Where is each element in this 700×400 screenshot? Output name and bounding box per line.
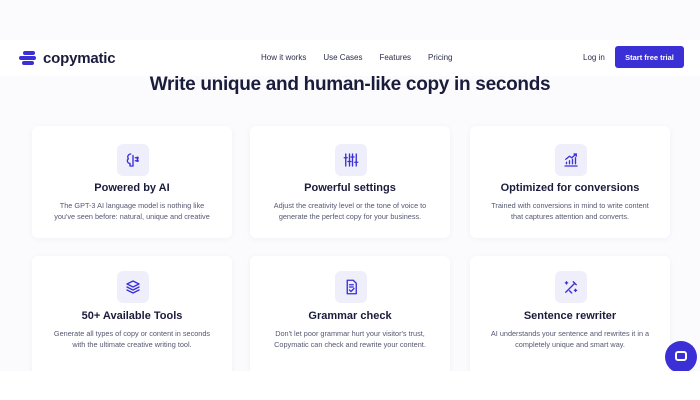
wand-icon (555, 271, 587, 303)
nav-link-use-cases[interactable]: Use Cases (323, 53, 362, 62)
feature-description-line-2: completely unique and smart way. (515, 340, 625, 349)
nav-link-features[interactable]: Features (379, 53, 411, 62)
feature-card-sentence-rewriter: Sentence rewriter AI understands your se… (470, 256, 670, 371)
start-free-trial-button[interactable]: Start free trial (615, 46, 684, 68)
feature-description-line-1: The GPT-3 AI language model is nothing l… (59, 201, 205, 210)
page-background: copymatic How it works Use Cases Feature… (0, 0, 700, 371)
copymatic-logo-icon (19, 48, 39, 68)
feature-description-line-1: AI understands your sentence and rewrite… (490, 329, 650, 338)
feature-card-optimized-for-conversions: Optimized for conversions Trained with c… (470, 126, 670, 238)
feature-title: Powered by AI (94, 182, 170, 194)
feature-title: 50+ Available Tools (81, 310, 183, 322)
logo-text: copymatic (43, 49, 116, 67)
feature-description-line-2: Copymatic can check and rewrite your con… (274, 340, 426, 349)
feature-description-line-1: Generate all types of copy or content in… (53, 329, 211, 338)
feature-card-available-tools: 50+ Available Tools Generate all types o… (32, 256, 232, 371)
stack-icon (117, 271, 149, 303)
feature-description-line-1: Trained with conversions in mind to writ… (491, 201, 649, 210)
login-link[interactable]: Log in (583, 53, 605, 62)
feature-card-powered-by-ai: Powered by AI The GPT-3 AI language mode… (32, 126, 232, 238)
check-document-icon (335, 271, 367, 303)
page-headline: Write unique and human-like copy in seco… (149, 74, 551, 95)
nav-link-how-it-works[interactable]: How it works (261, 53, 306, 62)
chat-widget-button[interactable] (665, 341, 697, 371)
sliders-icon (335, 144, 367, 176)
top-navbar: copymatic How it works Use Cases Feature… (0, 40, 700, 76)
feature-title: Grammar check (308, 310, 392, 322)
trending-up-icon (555, 144, 587, 176)
bottom-margin (0, 371, 700, 400)
feature-description-line-2: you've seen before: natural, unique and … (54, 212, 210, 221)
feature-title: Optimized for conversions (500, 182, 640, 194)
feature-description-line-2: generate the perfect copy for your busin… (278, 212, 422, 221)
nav-links: How it works Use Cases Features Pricing (261, 53, 470, 62)
feature-description-line-1: Don't let poor grammar hurt your visitor… (275, 329, 425, 338)
feature-title: Sentence rewriter (523, 310, 617, 322)
feature-description-line-2: with the ultimate creative writing tool. (72, 340, 192, 349)
nav-link-pricing[interactable]: Pricing (428, 53, 452, 62)
feature-description-line-1: Adjust the creativity level or the tone … (273, 201, 427, 210)
feature-description-line-2: that captures attention and converts. (510, 212, 630, 221)
logo[interactable]: copymatic (19, 48, 116, 68)
feature-card-grammar-check: Grammar check Don't let poor grammar hur… (250, 256, 450, 371)
brain-icon (117, 144, 149, 176)
feature-card-powerful-settings: Powerful settings Adjust the creativity … (250, 126, 450, 238)
chat-icon (675, 351, 687, 361)
feature-title: Powerful settings (304, 182, 396, 194)
